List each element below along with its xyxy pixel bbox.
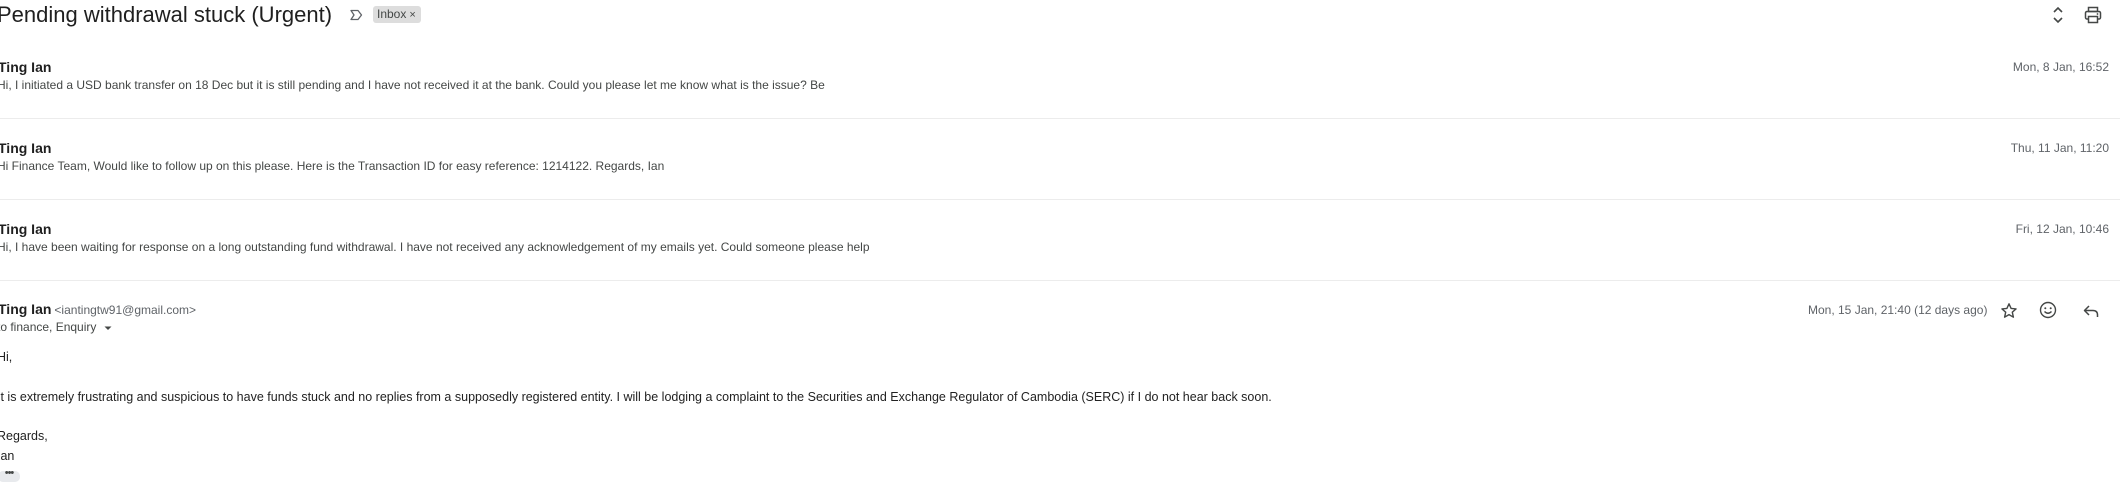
inbox-label-chip: Inbox ×	[373, 6, 421, 23]
chevron-down-icon	[104, 326, 112, 330]
recipients-text: to finance, Enquiry	[0, 320, 97, 334]
message-date: Fri, 12 Jan, 10:46	[2015, 222, 2109, 236]
message-snippet: Hi, I initiated a USD bank transfer on 1…	[0, 78, 825, 92]
collapsed-message[interactable]: Ting Ian Hi, I initiated a USD bank tran…	[0, 38, 2120, 119]
emoji-reaction-icon[interactable]	[2038, 300, 2058, 320]
expand-all-icon[interactable]	[2049, 5, 2067, 25]
reply-icon[interactable]	[2081, 301, 2101, 321]
message-sender: Ting Ian	[0, 59, 52, 75]
sender-name: Ting Ian	[0, 301, 52, 317]
star-icon[interactable]	[1999, 301, 2019, 321]
message-sender: Ting Ian	[0, 140, 52, 156]
message-date: Mon, 15 Jan, 21:40 (12 days ago)	[1808, 303, 1988, 317]
body-signoff: Regards,	[0, 429, 48, 443]
show-trimmed-content-button[interactable]: •••	[0, 468, 20, 482]
collapsed-message[interactable]: Ting Ian Hi, I have been waiting for res…	[0, 200, 2120, 281]
thread-subject: Pending withdrawal stuck (Urgent)	[0, 2, 333, 27]
message-sender: Ting Ian	[0, 221, 52, 237]
message-date: Thu, 11 Jan, 11:20	[2010, 141, 2109, 155]
message-date: Mon, 8 Jan, 16:52	[2012, 60, 2109, 74]
collapsed-message[interactable]: Ting Ian Hi Finance Team, Would like to …	[0, 119, 2120, 200]
thread-header: Pending withdrawal stuck (Urgent) Inbox ×	[0, 0, 2120, 32]
print-icon[interactable]	[2083, 5, 2103, 25]
recipients-dropdown[interactable]: to finance, Enquiry	[0, 320, 113, 334]
body-signature: Ian	[0, 449, 15, 463]
body-paragraph: It is extremely frustrating and suspicio…	[0, 390, 1272, 404]
body-greeting: Hi,	[0, 350, 13, 364]
remove-label-button[interactable]: ×	[409, 9, 415, 21]
expanded-message: Ting Ian <iantingtw91@gmail.com> to finan…	[0, 281, 2120, 504]
message-snippet: Hi, I have been waiting for response on …	[0, 240, 870, 254]
label-text: Inbox	[377, 7, 407, 21]
message-sender: Ting Ian <iantingtw91@gmail.com>	[0, 301, 196, 317]
message-snippet: Hi Finance Team, Would like to follow up…	[0, 159, 665, 173]
sender-email: <iantingtw91@gmail.com>	[54, 303, 197, 317]
important-marker-icon[interactable]	[348, 7, 364, 23]
